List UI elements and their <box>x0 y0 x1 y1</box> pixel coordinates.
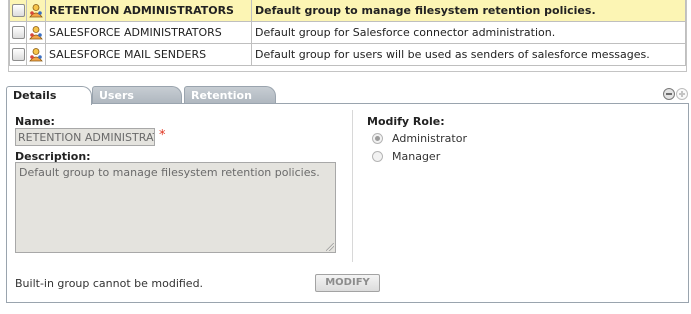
role-label: Administrator <box>392 132 467 145</box>
description-text: Default group to manage filesystem reten… <box>19 166 320 179</box>
builtin-notice: Built-in group cannot be modified. <box>15 277 204 290</box>
group-name: SALESFORCE MAIL SENDERS <box>45 43 252 66</box>
tab-users[interactable]: Users <box>92 86 182 104</box>
role-label: Manager <box>392 150 441 163</box>
group-name: SALESFORCE ADMINISTRATORS <box>45 21 252 44</box>
group-name: RETENTION ADMINISTRATORS <box>45 0 252 22</box>
group-list: RETENTION ADMINISTRATORS Default group t… <box>8 0 687 72</box>
expand-icon[interactable] <box>676 88 688 100</box>
column-divider <box>352 110 353 262</box>
group-row[interactable]: SALESFORCE MAIL SENDERS Default group fo… <box>9 43 686 66</box>
group-table: RETENTION ADMINISTRATORS Default group t… <box>9 0 686 66</box>
group-row[interactable]: RETENTION ADMINISTRATORS Default group t… <box>9 0 686 22</box>
name-label: Name: <box>15 115 55 128</box>
group-row[interactable]: SALESFORCE ADMINISTRATORS Default group … <box>9 21 686 44</box>
name-field[interactable]: RETENTION ADMINISTRATORS <box>15 128 155 146</box>
group-icon <box>29 25 43 39</box>
modify-role-label: Modify Role: <box>367 115 445 128</box>
radio-manager[interactable] <box>372 151 383 162</box>
group-icon <box>29 47 43 61</box>
group-description: Default group for users will be used as … <box>251 43 686 66</box>
row-checkbox[interactable] <box>11 4 25 18</box>
description-field[interactable]: Default group to manage filesystem reten… <box>15 162 336 253</box>
group-icon <box>29 3 43 17</box>
collapse-icon[interactable] <box>663 88 675 100</box>
resize-handle-icon[interactable] <box>326 243 334 251</box>
modify-button[interactable]: MODIFY <box>315 274 380 292</box>
row-checkbox[interactable] <box>11 26 25 40</box>
details-panel: Name: RETENTION ADMINISTRATORS * Descrip… <box>6 103 689 303</box>
tab-retention[interactable]: Retention <box>184 86 276 104</box>
radio-administrator[interactable] <box>372 133 383 144</box>
group-description: Default group to manage filesystem reten… <box>251 0 686 22</box>
required-marker: * <box>159 128 166 143</box>
group-description: Default group for Salesforce connector a… <box>251 21 686 44</box>
panel-controls <box>662 88 688 102</box>
tab-details[interactable]: Details <box>6 86 92 105</box>
row-checkbox[interactable] <box>11 48 25 62</box>
